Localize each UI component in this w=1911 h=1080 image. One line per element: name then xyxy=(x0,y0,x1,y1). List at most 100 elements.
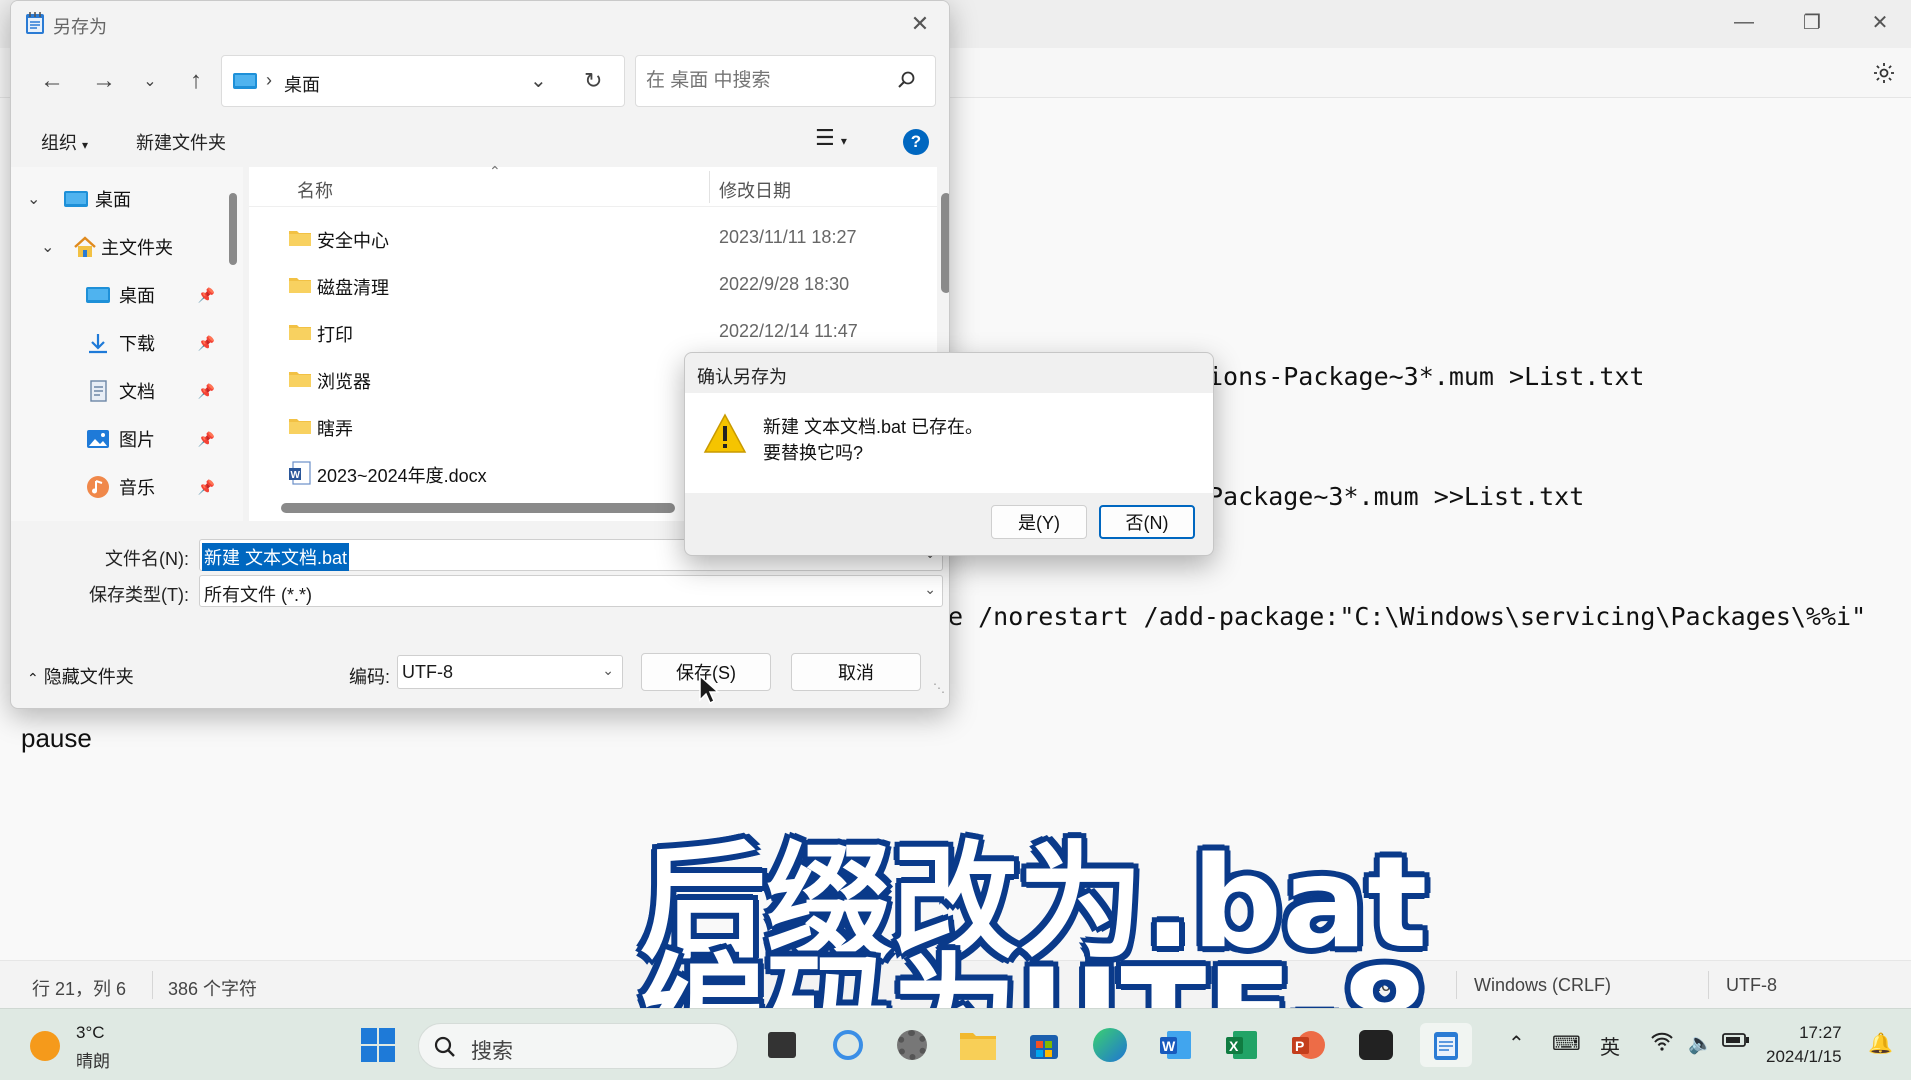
volume-icon[interactable]: 🔈 xyxy=(1688,1031,1713,1056)
encoding-select[interactable]: UTF-8 ⌄ xyxy=(397,655,623,689)
desktop-folder-icon xyxy=(64,191,88,207)
input-language-indicator[interactable]: 英 xyxy=(1600,1031,1620,1060)
tree-item-label: 文档 xyxy=(119,382,155,402)
confirm-message-line2: 要替换它吗? xyxy=(763,443,864,463)
tree-item-documents[interactable]: 文档 📌 xyxy=(85,375,235,407)
task-view-icon[interactable] xyxy=(760,1023,804,1067)
breadcrumb-location[interactable]: 桌面 xyxy=(284,71,320,97)
file-name: 瞎弄 xyxy=(317,419,353,439)
view-options-icon[interactable]: ☰ ▾ xyxy=(815,125,847,151)
file-row[interactable]: 磁盘清理 2022/9/28 18:30 xyxy=(249,264,937,304)
code-line: ions-Package~3*.mum >List.txt xyxy=(1208,362,1645,391)
svg-text:X: X xyxy=(1229,1038,1239,1054)
powerpoint-icon[interactable]: P xyxy=(1286,1023,1330,1067)
tree-item-label: 桌面 xyxy=(95,190,131,210)
file-explorer-icon[interactable] xyxy=(956,1023,1000,1067)
notepad-taskbar-icon[interactable] xyxy=(1420,1023,1472,1067)
file-name: 安全中心 xyxy=(317,231,389,251)
resize-grip-icon[interactable]: ⋱ xyxy=(933,681,945,695)
save-as-titlebar: 另存为 ✕ xyxy=(11,1,949,45)
tree-item-desktop[interactable]: 桌面 📌 xyxy=(85,279,235,311)
file-name: 磁盘清理 xyxy=(317,278,389,298)
close-button[interactable]: ✕ xyxy=(1846,0,1911,44)
recent-locations-chevron-icon[interactable]: ⌄ xyxy=(133,63,167,99)
hide-folders-toggle[interactable]: ⌃ 隐藏文件夹 xyxy=(27,663,134,689)
document-icon xyxy=(90,380,107,402)
wifi-icon[interactable] xyxy=(1650,1031,1674,1057)
column-header-date[interactable]: 修改日期 xyxy=(719,177,791,203)
back-arrow-icon[interactable]: ← xyxy=(35,63,69,99)
organize-button[interactable]: 组织 ▾ xyxy=(41,129,88,155)
folder-icon xyxy=(289,278,311,293)
organize-label: 组织 xyxy=(41,133,77,153)
keyboard-icon[interactable]: ⌨ xyxy=(1552,1031,1581,1056)
word-document-icon: W xyxy=(289,461,311,485)
search-box[interactable] xyxy=(635,55,936,107)
vertical-scrollbar-thumb[interactable] xyxy=(941,193,949,293)
new-folder-button[interactable]: 新建文件夹 xyxy=(136,129,226,155)
start-button[interactable] xyxy=(356,1023,400,1067)
file-row[interactable]: 打印 2022/12/14 11:47 xyxy=(249,311,937,351)
game-controller-app-icon[interactable] xyxy=(1354,1023,1398,1067)
encoding-value: UTF-8 xyxy=(402,662,453,682)
minimize-button[interactable]: — xyxy=(1710,0,1778,44)
filename-value: 新建 文本文档.bat xyxy=(202,543,350,571)
edge-browser-icon[interactable] xyxy=(1088,1023,1132,1067)
confirm-message-line1: 新建 文本文档.bat 已存在。 xyxy=(763,417,984,437)
hide-folders-label: 隐藏文件夹 xyxy=(43,667,134,687)
help-icon[interactable]: ? xyxy=(903,129,929,155)
close-icon[interactable]: ✕ xyxy=(905,9,935,39)
encoding-label: 编码: xyxy=(349,667,391,687)
excel-icon[interactable]: X xyxy=(1220,1023,1264,1067)
home-icon xyxy=(74,236,96,257)
yes-button[interactable]: 是(Y) xyxy=(991,505,1087,539)
folder-icon xyxy=(289,231,311,246)
up-arrow-icon[interactable]: ↑ xyxy=(179,63,213,99)
column-header-name[interactable]: 名称 xyxy=(297,177,333,203)
confirm-save-as-dialog: 确认另存为 新建 文本文档.bat 已存在。 要替换它吗? 是(Y) 否(N) xyxy=(684,352,1214,556)
sort-ascending-icon: ⌃ xyxy=(489,163,501,179)
notification-bell-icon[interactable]: 🔔 xyxy=(1868,1031,1893,1056)
folder-icon xyxy=(289,372,311,387)
gear-icon[interactable] xyxy=(1869,58,1899,88)
restore-button[interactable]: ❐ xyxy=(1778,0,1846,44)
desktop-folder-icon xyxy=(232,71,258,96)
search-icon[interactable] xyxy=(897,70,917,95)
horizontal-scrollbar-thumb[interactable] xyxy=(281,503,675,513)
status-encoding[interactable]: UTF-8 xyxy=(1726,975,1777,996)
address-dropdown-chevron-icon[interactable]: ⌄ xyxy=(530,68,547,93)
tree-item-desktop-root[interactable]: ⌄ 桌面 xyxy=(27,183,227,215)
refresh-icon[interactable]: ↻ xyxy=(584,68,602,94)
pin-icon: 📌 xyxy=(197,334,215,351)
status-line-ending[interactable]: Windows (CRLF) xyxy=(1474,975,1611,996)
word-icon[interactable]: W xyxy=(1154,1023,1198,1067)
confirm-dialog-body: 新建 文本文档.bat 已存在。 要替换它吗? xyxy=(685,393,1213,493)
column-divider[interactable] xyxy=(709,171,710,203)
no-button[interactable]: 否(N) xyxy=(1099,505,1195,539)
search-input[interactable] xyxy=(646,67,886,95)
show-hidden-icons-chevron-icon[interactable]: ⌃ xyxy=(1508,1031,1525,1056)
address-bar[interactable]: › 桌面 ⌄ ↻ xyxy=(221,55,625,107)
system-clock[interactable]: 17:27 2024/1/15 xyxy=(1766,1021,1842,1069)
settings-gear-icon[interactable] xyxy=(890,1023,934,1067)
forward-arrow-icon[interactable]: → xyxy=(87,63,121,99)
widgets-icon[interactable] xyxy=(826,1023,870,1067)
confirm-dialog-title: 确认另存为 xyxy=(697,367,787,387)
pin-icon: 📌 xyxy=(197,478,215,495)
weather-description: 晴朗 xyxy=(76,1052,110,1071)
tree-item-music[interactable]: 音乐 📌 xyxy=(85,471,235,503)
tree-item-home[interactable]: ⌄ 主文件夹 xyxy=(41,231,231,263)
tree-item-pictures[interactable]: 图片 📌 xyxy=(85,423,235,455)
folder-icon xyxy=(289,419,311,434)
cancel-button[interactable]: 取消 xyxy=(791,653,921,691)
file-row[interactable]: 安全中心 2023/11/11 18:27 xyxy=(249,217,937,257)
tree-item-downloads[interactable]: 下载 📌 xyxy=(85,327,235,359)
search-icon xyxy=(434,1036,455,1057)
folder-icon xyxy=(289,325,311,340)
taskbar-search[interactable]: 搜索 xyxy=(418,1023,738,1069)
filetype-select[interactable]: 所有文件 (*.*) ⌄ xyxy=(199,575,943,607)
scrollbar-thumb[interactable] xyxy=(229,193,237,265)
file-name: 浏览器 xyxy=(317,372,371,392)
microsoft-store-icon[interactable] xyxy=(1022,1023,1066,1067)
battery-icon[interactable] xyxy=(1722,1031,1750,1055)
